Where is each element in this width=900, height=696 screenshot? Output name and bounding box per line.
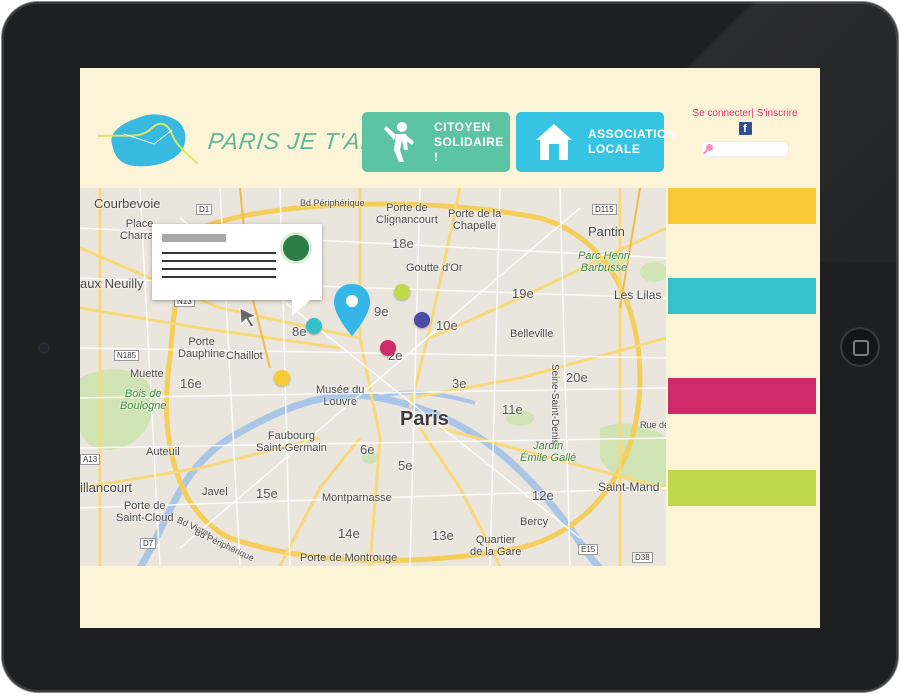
road-shield-a13: A13 [80,454,101,465]
arr-label-12: 12e [532,488,554,503]
house-icon [536,124,572,160]
road-shield-d115: D115 [592,204,617,215]
road-shield-d7: D7 [140,538,157,549]
citoyen-solidaire-button[interactable]: CITOYEN SOLIDAIRE ! [362,112,510,172]
map-label-porte-saint-cloud: Porte de Saint-Cloud [116,500,174,524]
arr-label-18: 18e [392,236,414,251]
arr-label-10: 10e [436,318,458,333]
map-label-quartier-gare: Quartier de la Gare [470,534,522,558]
map-label-seine-saint-denis: Seine-Saint-Denis [549,364,560,445]
map-label-neuilly: aux Neuilly [80,276,144,291]
map-label-paris: Paris [400,408,449,430]
paris-map[interactable]: Courbevoie Place Charras aux Neuilly Bd … [80,188,666,566]
popup-text-line [162,260,276,262]
stripe-green[interactable] [668,470,816,506]
auth-area: Se connecter| S'inscrire f [686,108,804,157]
map-label-javel: Javel [202,486,228,498]
stripe-magenta[interactable] [668,378,816,414]
arr-label-15: 15e [256,486,278,501]
map-label-courbevoie: Courbevoie [94,196,161,211]
popup-title-placeholder [162,234,226,242]
map-label-bd-peripherique-top: Bd Périphérique [300,198,365,208]
map-label-bois-boulogne: Bois de Boulogne [120,388,167,412]
map-label-porte-montrouge: Porte de Montrouge [300,552,398,564]
map-label-les-lilas: Les Lilas [614,288,662,302]
camera-icon [40,344,48,352]
road-shield-d1: D1 [196,204,213,215]
arr-label-5: 5e [398,458,413,473]
leaf-badge-icon [280,232,312,264]
citoyen-solidaire-label: CITOYEN SOLIDAIRE ! [434,119,504,164]
road-shield-e15: E15 [578,544,599,555]
arr-label-20: 20e [566,370,588,385]
location-pin-icon[interactable] [332,282,372,338]
login-link[interactable]: Se connecter [692,108,751,119]
marker-magenta[interactable] [380,340,396,356]
person-waving-icon [384,122,414,162]
arr-label-8: 8e [292,324,307,339]
facebook-icon[interactable]: f [738,122,752,135]
auth-links: Se connecter| S'inscrire [686,108,804,119]
arr-label-13: 13e [432,528,454,543]
map-label-parc-henri-barbusse: Parc Henri Barbusse [578,250,630,274]
map-label-pantin: Pantin [588,224,625,239]
home-square-icon [853,340,869,356]
road-shield-d38: D38 [632,552,653,563]
map-label-muette: Muette [130,368,164,380]
stripe-yellow[interactable] [668,188,816,224]
map-label-musee-louvre: Musée du Louvre [316,384,365,408]
arr-label-3: 3e [452,376,467,391]
search-input[interactable] [701,141,789,157]
arr-label-19: 19e [512,286,534,301]
map-label-montparnasse: Montparnasse [322,492,392,504]
mouse-cursor-icon [239,307,258,328]
map-label-auteuil: Auteuil [146,446,180,458]
popup-text-line [162,268,276,270]
arr-label-16: 16e [180,376,202,391]
arr-label-9: 9e [374,304,389,319]
arr-label-14: 14e [338,526,360,541]
map-label-chaillot: Chaillot [226,350,263,362]
association-locale-label: ASSOCIATION LOCALE [588,127,676,156]
marker-green[interactable] [394,284,410,300]
map-label-saint-mande: Saint-Mand [598,480,660,494]
auth-separator: | [751,108,754,119]
popup-text-line [162,252,276,254]
arr-label-11: 11e [502,402,523,417]
map-label-jardin-emile-galle: Jardin Émile Gallé [520,440,577,464]
stripe-teal[interactable] [668,278,816,314]
arr-label-6: 6e [360,442,375,457]
map-label-porte-chapelle: Porte de la Chapelle [448,208,502,232]
marker-purple[interactable] [414,312,430,328]
map-label-goutte-dor: Goutte d'Or [406,262,463,274]
map-label-rue-de: Rue de [640,420,666,430]
marker-teal[interactable] [306,318,322,334]
signup-link[interactable]: S'inscrire [757,108,798,119]
app-screen: PARIS JE T'AIDE! CITOYEN SOLIDAIRE ! ASS… [80,68,820,628]
map-info-popup[interactable] [152,224,322,316]
marker-yellow[interactable] [274,370,290,386]
tablet-frame: PARIS JE T'AIDE! CITOYEN SOLIDAIRE ! ASS… [2,2,898,692]
association-locale-button[interactable]: ASSOCIATION LOCALE [516,112,675,172]
home-button[interactable] [840,327,880,367]
map-label-porte-clignancourt: Porte de Clignancourt [376,202,438,226]
map-label-belleville: Belleville [510,328,554,340]
popup-text-line [162,276,276,278]
map-label-billancourt: illancourt [80,480,133,495]
search-icon [706,144,713,151]
paris-map-logo-icon[interactable] [94,104,204,174]
map-label-bercy: Bercy [520,516,549,528]
map-label-faubourg-st-germain: Faubourg Saint-Germain [256,430,327,454]
road-shield-n185: N185 [114,350,140,361]
map-label-porte-dauphine: Porte Dauphine [178,336,226,360]
